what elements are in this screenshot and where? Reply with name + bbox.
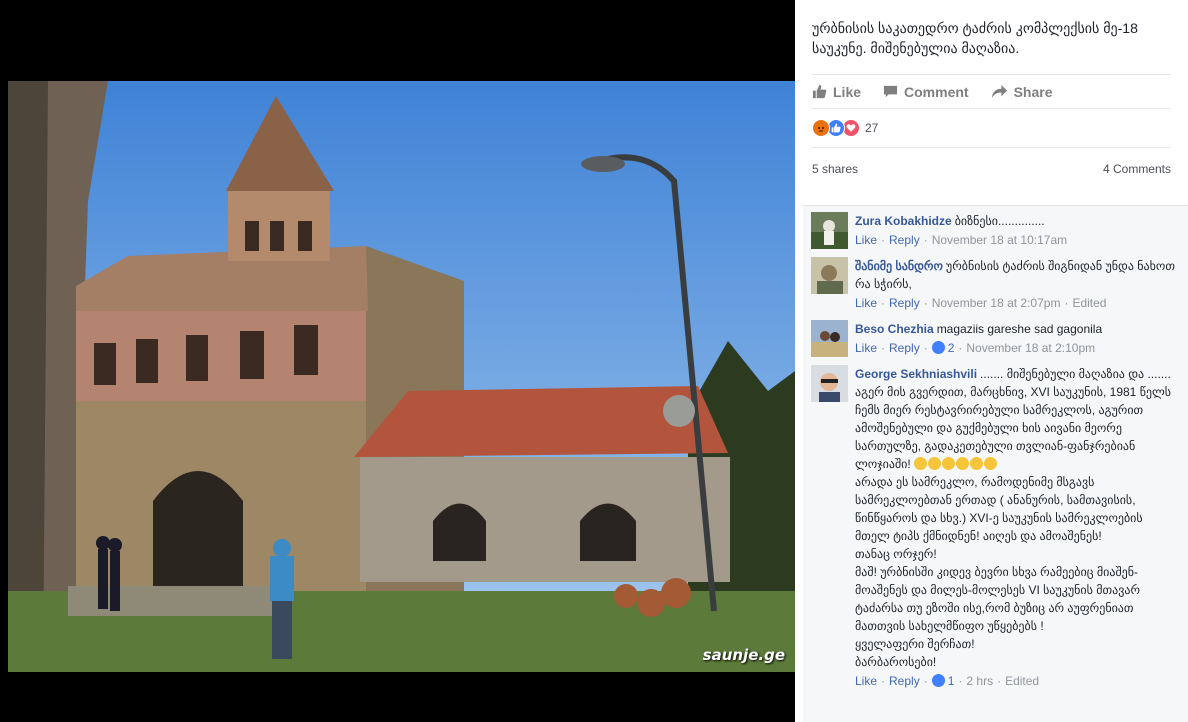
avatar[interactable] — [811, 212, 848, 249]
share-label: Share — [1013, 83, 1053, 100]
emoji-icon — [942, 457, 956, 470]
comment-button[interactable]: Comment — [883, 84, 969, 100]
comment-text: ბიზნესი.............. — [954, 214, 1045, 228]
shares-count[interactable]: 5 shares — [812, 162, 858, 176]
like-label: Like — [833, 83, 862, 100]
like-button[interactable]: Like — [812, 84, 861, 100]
comment-bubble-icon — [883, 85, 898, 98]
comment-item: შანიმე სანდრო ურბნისის ტაძრის შიგნიდან უნ… — [811, 257, 1180, 312]
post-caption: ურბნისის საკათედრო ტაძრის კომპლექსის მე-… — [812, 20, 1138, 56]
comment-author[interactable]: შანიმე სანდრო — [855, 259, 943, 273]
comment-item: George Sekhniashvili....... მიშენებული მ… — [811, 365, 1180, 690]
comment-edited[interactable]: Edited — [1005, 674, 1039, 688]
comment-time[interactable]: November 18 at 2:10pm — [966, 341, 1095, 355]
comment-text-line: თანაც ორჯერ! — [855, 547, 937, 561]
comment-reply-link[interactable]: Reply — [889, 233, 920, 247]
emoji-icon — [956, 457, 970, 470]
comment-time[interactable]: 2 hrs — [966, 674, 993, 688]
photo-watermark: saunje.ge — [702, 646, 785, 664]
post-sidebar: ურბნისის საკათედრო ტაძრის კომპლექსის მე-… — [795, 0, 1188, 722]
comment-time[interactable]: November 18 at 2:07pm — [932, 296, 1061, 310]
avatar[interactable] — [811, 257, 848, 294]
avatar[interactable] — [811, 320, 848, 357]
comment-item: Zura Kobakhidze ბიზნესი.............. Lik… — [811, 212, 1180, 249]
like-count-icon — [931, 341, 945, 354]
comment-meta: Like · Reply · 1 · 2 hrs · Edited — [855, 674, 1040, 688]
comment-like-count[interactable]: 1 — [948, 674, 955, 688]
comment-like-link[interactable]: Like — [855, 233, 877, 247]
reaction-summary[interactable]: 27 — [812, 109, 1171, 148]
comment-text-line: ....... მიშენებული მაღაზია და ....... აგ… — [855, 367, 1172, 471]
angry-reaction-icon — [812, 119, 830, 137]
photo-pane: saunje.ge — [0, 0, 795, 722]
comment-time[interactable]: November 18 at 10:17am — [932, 233, 1067, 247]
comment-author[interactable]: Zura Kobakhidze — [855, 214, 952, 228]
share-arrow-icon — [991, 84, 1007, 99]
church-photo-illustration — [8, 81, 795, 672]
emoji-icon — [970, 457, 984, 470]
comment-like-count[interactable]: 2 — [948, 341, 955, 355]
emoji-icon — [914, 457, 928, 470]
comment-label: Comment — [904, 83, 969, 100]
comment-text-line: ბარბაროსები! — [855, 655, 937, 669]
comment-meta: Like · Reply · November 18 at 2:07pm · Edited — [855, 296, 1107, 310]
comment-reply-link[interactable]: Reply — [889, 674, 920, 688]
comment-like-link[interactable]: Like — [855, 674, 877, 688]
comment-author[interactable]: Beso Chezhia — [855, 322, 934, 336]
thumbs-up-icon — [812, 84, 827, 99]
comment-reply-link[interactable]: Reply — [889, 296, 920, 310]
post-action-bar: Like Comment Share — [812, 74, 1171, 109]
shares-comments-row: 5 shares 4 Comments — [795, 148, 1188, 190]
comment-like-link[interactable]: Like — [855, 341, 877, 355]
emoji-icon — [984, 457, 998, 470]
emoji-icon — [928, 457, 942, 470]
comment-reply-link[interactable]: Reply — [889, 341, 920, 355]
comment-item: Beso Chezhia magaziis gareshe sad gagonil… — [811, 320, 1180, 357]
avatar[interactable] — [811, 365, 848, 402]
comment-meta: Like · Reply · 2 · November 18 at 2:10pm — [855, 341, 1096, 355]
comment-like-link[interactable]: Like — [855, 296, 877, 310]
comment-text-line: მაშ! ურბნისში კიდევ ბევრი სხვა რამეებიც … — [855, 565, 1141, 633]
comment-author[interactable]: George Sekhniashvili — [855, 367, 977, 381]
comment-text-line: ყველაფერი შერჩათ! — [855, 637, 975, 651]
comment-text: magaziis gareshe sad gagonila — [936, 322, 1103, 336]
comment-meta: Like · Reply · November 18 at 10:17am — [855, 233, 1068, 247]
comments-count[interactable]: 4 Comments — [1103, 162, 1171, 176]
comment-edited[interactable]: Edited — [1072, 296, 1106, 310]
comments-section: Zura Kobakhidze ბიზნესი.............. Lik… — [803, 205, 1188, 722]
like-count-icon — [931, 674, 945, 687]
comment-text-line: არადა ეს სამრეკლო, რამოდენიმე მსგავს სამ… — [855, 475, 1143, 543]
share-button[interactable]: Share — [991, 84, 1053, 100]
post-photo[interactable]: saunje.ge — [8, 81, 795, 672]
reaction-count: 27 — [865, 121, 879, 135]
